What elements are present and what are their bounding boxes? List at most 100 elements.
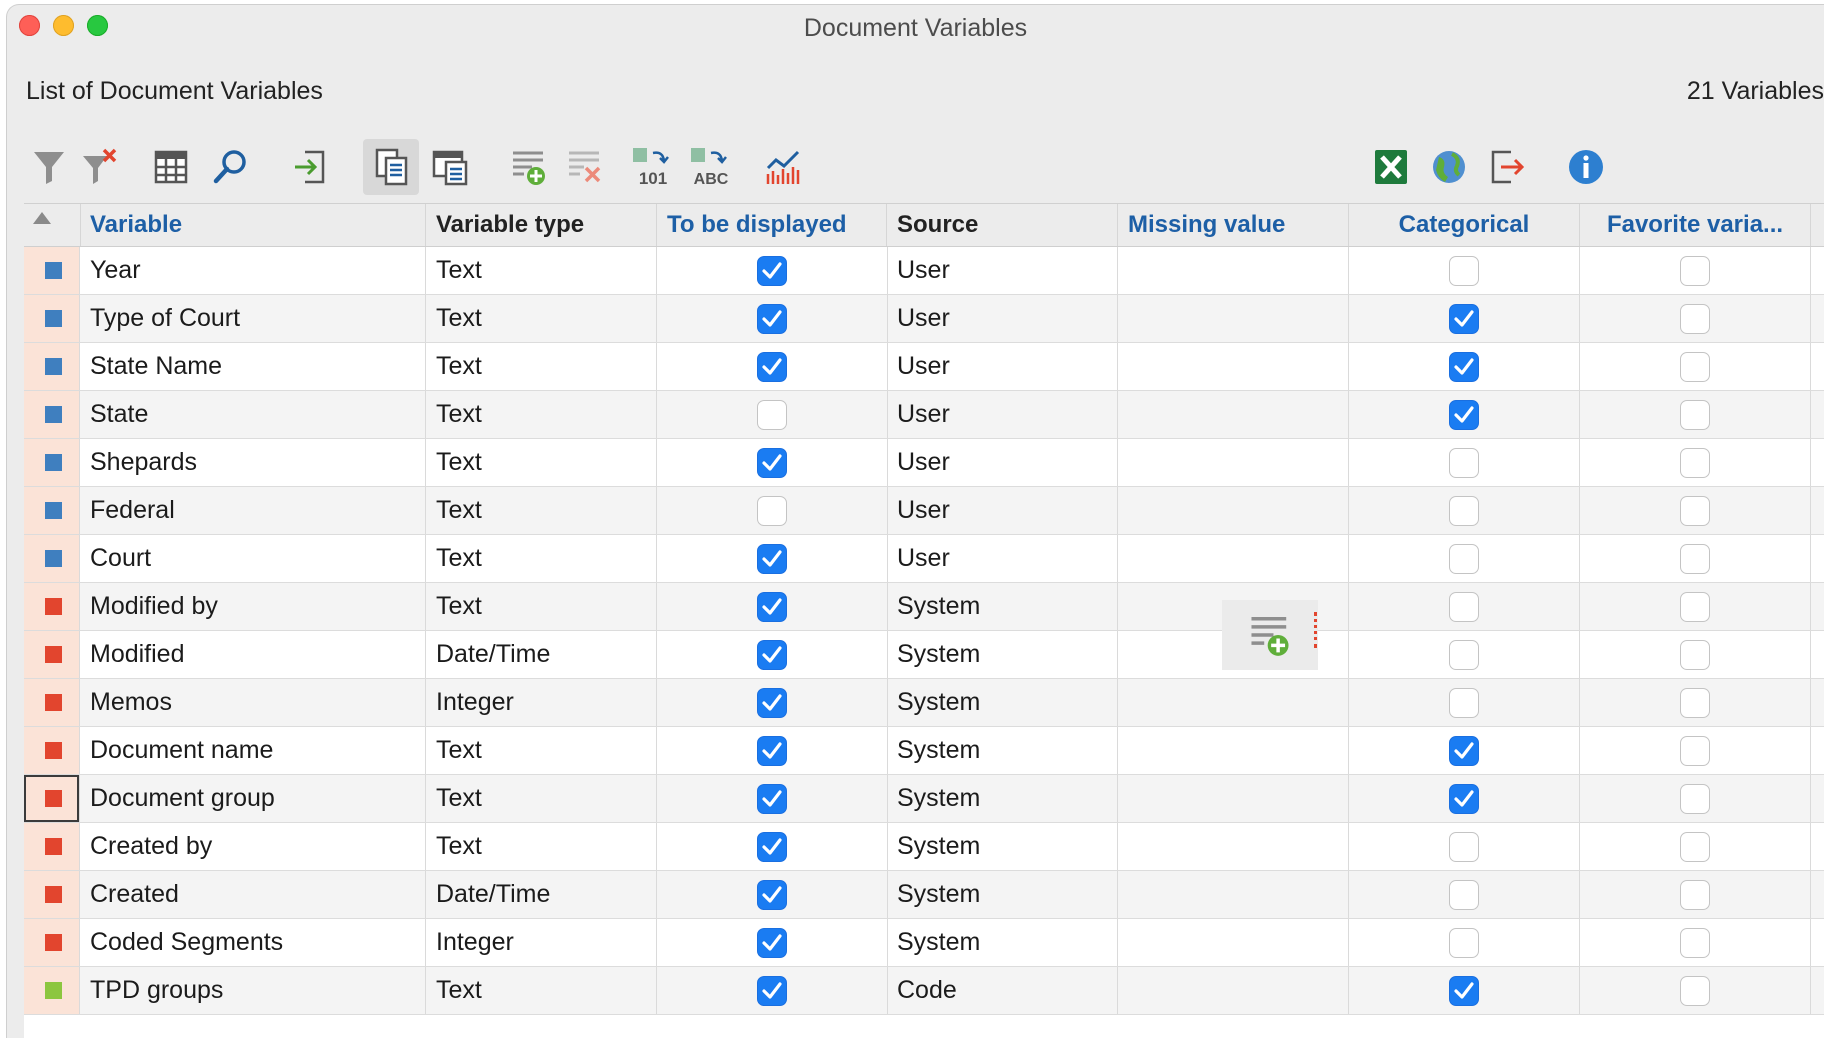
favorite-variable-checkbox[interactable] <box>1680 399 1710 430</box>
row-type-marker-cell[interactable] <box>24 919 80 966</box>
table-row[interactable]: Coded Segments Integer System <box>24 919 1824 967</box>
favorite-variable-checkbox[interactable] <box>1680 975 1710 1006</box>
variable-type-cell[interactable]: Text <box>426 583 657 630</box>
favorite-variable-checkbox[interactable] <box>1680 447 1710 478</box>
table-row[interactable]: Document group Text System <box>24 775 1824 823</box>
table-row[interactable]: State Text User <box>24 391 1824 439</box>
table-row[interactable]: Federal Text User <box>24 487 1824 535</box>
statistics-icon[interactable] <box>756 139 812 195</box>
column-header-missing-value[interactable]: Missing value <box>1118 204 1349 246</box>
variable-type-cell[interactable]: Text <box>426 487 657 534</box>
favorite-variable-checkbox[interactable] <box>1680 783 1710 814</box>
add-variable-icon[interactable] <box>501 139 557 195</box>
variable-name-cell[interactable]: Modified <box>80 631 426 678</box>
missing-value-cell[interactable] <box>1118 871 1349 918</box>
table-row[interactable]: TPD groups Text Code <box>24 967 1824 1015</box>
variable-name-cell[interactable]: Created by <box>80 823 426 870</box>
categorical-checkbox[interactable] <box>1449 687 1479 718</box>
variable-type-cell[interactable]: Text <box>426 295 657 342</box>
favorite-variable-checkbox[interactable] <box>1680 831 1710 862</box>
categorical-checkbox[interactable] <box>1449 303 1479 334</box>
to-be-displayed-checkbox[interactable] <box>757 783 787 814</box>
variable-name-cell[interactable]: TPD groups <box>80 967 426 1014</box>
data-editor-icon[interactable] <box>423 139 479 195</box>
variable-name-cell[interactable]: State <box>80 391 426 438</box>
categorical-checkbox[interactable] <box>1449 831 1479 862</box>
variable-name-cell[interactable]: Federal <box>80 487 426 534</box>
variable-name-cell[interactable]: Memos <box>80 679 426 726</box>
row-type-marker-cell[interactable] <box>24 295 80 342</box>
to-be-displayed-checkbox[interactable] <box>757 927 787 958</box>
favorite-variable-checkbox[interactable] <box>1680 351 1710 382</box>
missing-value-cell[interactable] <box>1118 343 1349 390</box>
to-be-displayed-checkbox[interactable] <box>757 591 787 622</box>
table-row[interactable]: Type of Court Text User <box>24 295 1824 343</box>
categorical-checkbox[interactable] <box>1449 543 1479 574</box>
to-be-displayed-checkbox[interactable] <box>757 255 787 286</box>
row-type-marker-cell[interactable] <box>24 439 80 486</box>
variable-type-cell[interactable]: Text <box>426 343 657 390</box>
to-be-displayed-checkbox[interactable] <box>757 447 787 478</box>
delete-variable-icon[interactable] <box>557 139 613 195</box>
categorical-checkbox[interactable] <box>1449 879 1479 910</box>
row-type-marker-cell[interactable] <box>24 391 80 438</box>
missing-value-cell[interactable] <box>1118 823 1349 870</box>
row-type-marker-cell[interactable] <box>24 775 80 822</box>
missing-value-cell[interactable] <box>1118 247 1349 294</box>
column-header-favorite-variable[interactable]: Favorite varia... <box>1580 204 1811 246</box>
columns-icon[interactable] <box>143 139 199 195</box>
favorite-variable-checkbox[interactable] <box>1680 543 1710 574</box>
row-type-marker-cell[interactable] <box>24 967 80 1014</box>
sort-column-header[interactable] <box>24 204 81 246</box>
favorite-variable-checkbox[interactable] <box>1680 639 1710 670</box>
missing-value-cell[interactable] <box>1118 679 1349 726</box>
variable-type-cell[interactable]: Integer <box>426 919 657 966</box>
missing-value-cell[interactable] <box>1118 919 1349 966</box>
to-be-displayed-checkbox[interactable] <box>757 303 787 334</box>
missing-value-cell[interactable] <box>1118 439 1349 486</box>
table-row[interactable]: Document name Text System <box>24 727 1824 775</box>
to-be-displayed-checkbox[interactable] <box>757 687 787 718</box>
categorical-checkbox[interactable] <box>1449 495 1479 526</box>
categorical-checkbox[interactable] <box>1449 735 1479 766</box>
favorite-variable-checkbox[interactable] <box>1680 303 1710 334</box>
variable-name-cell[interactable]: Court <box>80 535 426 582</box>
to-be-displayed-checkbox[interactable] <box>757 351 787 382</box>
row-type-marker-cell[interactable] <box>24 343 80 390</box>
column-header-source[interactable]: Source <box>887 204 1118 246</box>
row-type-marker-cell[interactable] <box>24 487 80 534</box>
categorical-checkbox[interactable] <box>1449 783 1479 814</box>
categorical-checkbox[interactable] <box>1449 591 1479 622</box>
table-row[interactable]: Memos Integer System <box>24 679 1824 727</box>
table-row[interactable]: Modified by Text System <box>24 583 1824 631</box>
variable-name-cell[interactable]: Shepards <box>80 439 426 486</box>
row-type-marker-cell[interactable] <box>24 583 80 630</box>
export-icon[interactable] <box>1479 139 1535 195</box>
variable-name-cell[interactable]: Type of Court <box>80 295 426 342</box>
favorite-variable-checkbox[interactable] <box>1680 495 1710 526</box>
table-row[interactable]: Created by Text System <box>24 823 1824 871</box>
variable-type-cell[interactable]: Text <box>426 727 657 774</box>
categorical-checkbox[interactable] <box>1449 255 1479 286</box>
to-be-displayed-checkbox[interactable] <box>757 975 787 1006</box>
excel-export-icon[interactable] <box>1363 139 1419 195</box>
favorite-variable-checkbox[interactable] <box>1680 687 1710 718</box>
variable-name-cell[interactable]: Created <box>80 871 426 918</box>
to-be-displayed-checkbox[interactable] <box>757 399 787 430</box>
row-type-marker-cell[interactable] <box>24 247 80 294</box>
convert-to-text-icon[interactable]: ABC <box>683 139 739 195</box>
row-type-marker-cell[interactable] <box>24 631 80 678</box>
to-be-displayed-checkbox[interactable] <box>757 495 787 526</box>
row-type-marker-cell[interactable] <box>24 871 80 918</box>
to-be-displayed-checkbox[interactable] <box>757 831 787 862</box>
search-icon[interactable] <box>203 139 259 195</box>
to-be-displayed-checkbox[interactable] <box>757 543 787 574</box>
table-row[interactable]: Created Date/Time System <box>24 871 1824 919</box>
variable-name-cell[interactable]: Modified by <box>80 583 426 630</box>
to-be-displayed-checkbox[interactable] <box>757 879 787 910</box>
categorical-checkbox[interactable] <box>1449 927 1479 958</box>
column-header-variable-type[interactable]: Variable type <box>426 204 657 246</box>
variable-type-cell[interactable]: Date/Time <box>426 871 657 918</box>
table-row[interactable]: Year Text User <box>24 247 1824 295</box>
missing-value-cell[interactable] <box>1118 295 1349 342</box>
